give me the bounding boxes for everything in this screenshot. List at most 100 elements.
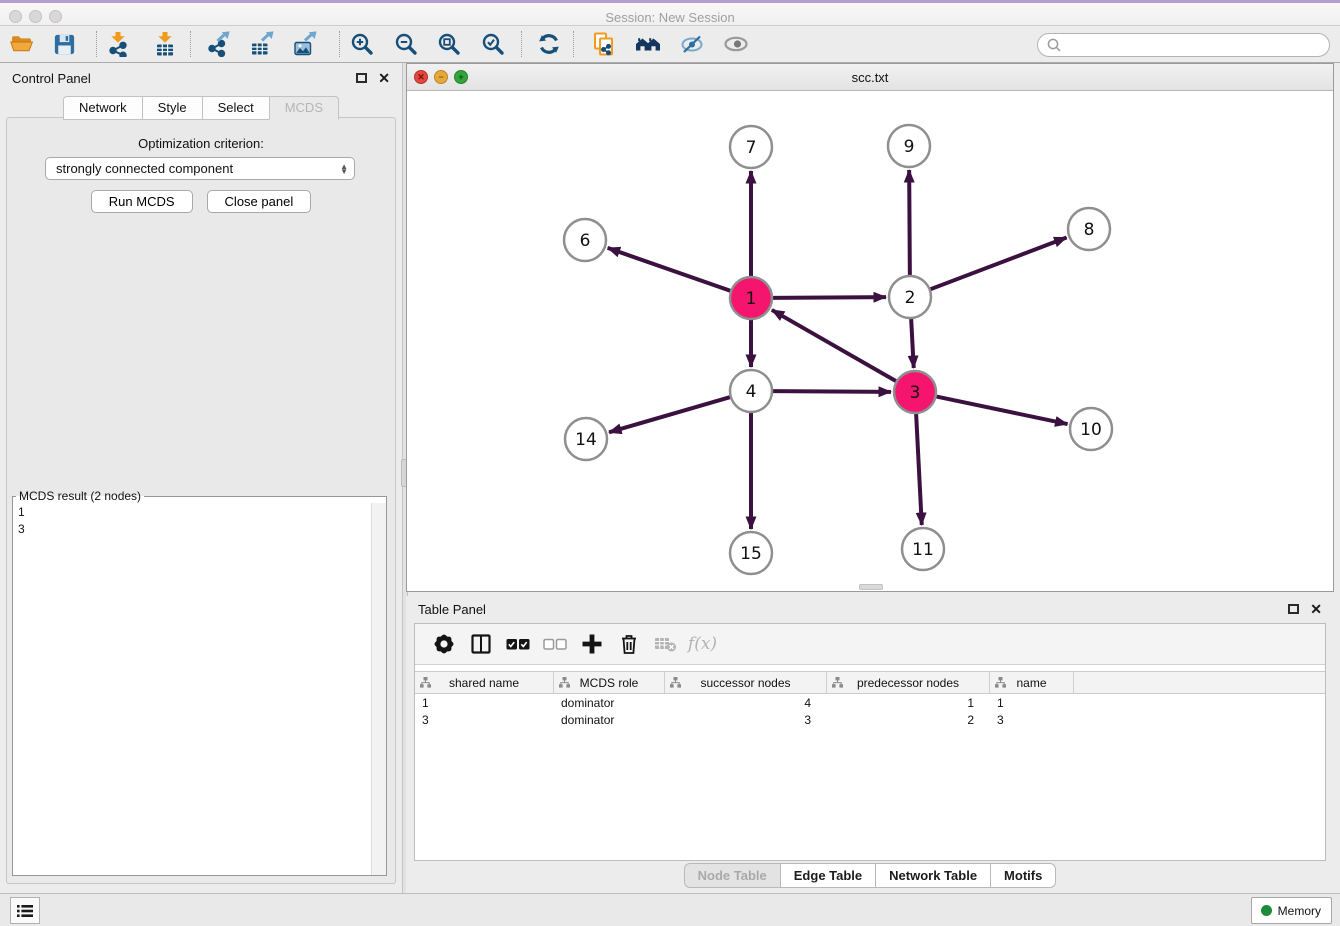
node-label-9: 9 (904, 137, 915, 157)
cell-MCDS-role[interactable]: dominator (554, 713, 665, 727)
network-window-titlebar[interactable]: scc.txt ✕ − + (407, 64, 1333, 91)
table-row[interactable]: 3dominator323 (415, 711, 1325, 728)
network-close-button[interactable]: ✕ (414, 70, 428, 84)
copy-network-icon[interactable] (586, 28, 622, 60)
table-import-icon[interactable] (147, 28, 183, 60)
task-history-button[interactable] (10, 897, 40, 924)
memory-label: Memory (1278, 904, 1321, 918)
network-maximize-button[interactable]: + (454, 70, 468, 84)
tab-motifs[interactable]: Motifs (990, 863, 1056, 888)
optimization-label: Optimization criterion: (7, 136, 395, 151)
table-row[interactable]: 1dominator411 (415, 694, 1325, 711)
result-scrollbar[interactable] (371, 503, 386, 875)
network-import-icon[interactable] (100, 28, 136, 60)
cell-successor-nodes[interactable]: 3 (665, 713, 827, 727)
cell-MCDS-role[interactable]: dominator (554, 696, 665, 710)
tab-style[interactable]: Style (142, 96, 202, 120)
toolbar-separator (339, 31, 340, 57)
node-label-4: 4 (746, 382, 757, 402)
tab-edge-table[interactable]: Edge Table (780, 863, 875, 888)
cell-shared-name[interactable]: 3 (415, 713, 554, 727)
edge-4-14[interactable] (609, 397, 730, 432)
zoom-out-icon[interactable] (388, 28, 424, 60)
eye-slash-icon[interactable] (674, 28, 710, 60)
main-toolbar (0, 26, 1340, 63)
edge-3-10[interactable] (937, 397, 1068, 425)
edge-2-8[interactable] (931, 238, 1067, 290)
edge-3-11[interactable] (916, 414, 922, 525)
network-export-icon[interactable] (200, 28, 236, 60)
search-input[interactable] (1062, 37, 1321, 54)
add-column-icon[interactable] (573, 627, 610, 661)
edge-1-2[interactable] (773, 297, 886, 298)
memory-status-icon (1261, 905, 1272, 916)
split-panel-icon[interactable] (462, 627, 499, 661)
table-rows: 1dominator4113dominator323 (415, 694, 1325, 728)
node-label-2: 2 (905, 288, 916, 308)
cell-shared-name[interactable]: 1 (415, 696, 554, 710)
node-label-3: 3 (910, 383, 921, 403)
open-folder-icon[interactable] (4, 28, 40, 60)
attribute-icon (420, 677, 431, 688)
control-panel-title: Control Panel (12, 71, 91, 86)
list-icon (17, 904, 33, 918)
tab-node-table[interactable]: Node Table (684, 863, 780, 888)
tab-network-table[interactable]: Network Table (875, 863, 990, 888)
home-icon[interactable] (630, 28, 666, 60)
node-label-8: 8 (1084, 220, 1095, 240)
toolbar-separator (573, 31, 574, 57)
float-panel-icon[interactable] (356, 73, 367, 83)
cell-predecessor-nodes[interactable]: 2 (827, 713, 990, 727)
close-table-panel-icon[interactable]: ✕ (1310, 602, 1322, 616)
cell-name[interactable]: 3 (990, 713, 1074, 727)
close-panel-icon[interactable]: ✕ (378, 71, 390, 85)
search-box[interactable] (1037, 33, 1330, 57)
tab-select[interactable]: Select (202, 96, 269, 120)
edge-4-3[interactable] (773, 391, 891, 392)
deselect-all-icon[interactable] (536, 627, 573, 661)
network-window: scc.txt ✕ − + 7968124314101511 (406, 63, 1334, 592)
cell-successor-nodes[interactable]: 4 (665, 696, 827, 710)
edge-1-6[interactable] (608, 248, 731, 291)
mcds-result-text: 1 3 (13, 503, 371, 875)
chevron-up-down-icon: ▲▼ (340, 164, 348, 174)
column-header-predecessor-nodes[interactable]: predecessor nodes (827, 672, 990, 693)
refresh-icon[interactable] (531, 28, 567, 60)
toolbar-separator (521, 31, 522, 57)
memory-button[interactable]: Memory (1251, 897, 1332, 924)
tab-mcds[interactable]: MCDS (269, 96, 339, 120)
run-mcds-button[interactable]: Run MCDS (91, 190, 193, 213)
close-panel-button[interactable]: Close panel (207, 190, 312, 213)
network-canvas[interactable]: 7968124314101511 (407, 91, 1333, 591)
float-table-panel-icon[interactable] (1288, 604, 1299, 614)
status-bar: Memory (0, 893, 1340, 926)
tab-network[interactable]: Network (63, 96, 142, 120)
search-icon (1046, 37, 1062, 53)
node-table: shared nameMCDS rolesuccessor nodesprede… (415, 671, 1325, 728)
mcds-result-box: MCDS result (2 nodes) 1 3 (12, 489, 387, 876)
gear-icon[interactable] (425, 627, 462, 661)
cell-name[interactable]: 1 (990, 696, 1074, 710)
attribute-icon (670, 677, 681, 688)
column-header-MCDS-role[interactable]: MCDS role (554, 672, 665, 693)
column-header-shared-name[interactable]: shared name (415, 672, 554, 693)
trash-icon[interactable] (610, 627, 647, 661)
save-icon[interactable] (46, 28, 82, 60)
zoom-fit-icon[interactable] (431, 28, 467, 60)
edge-3-1[interactable] (772, 310, 896, 381)
column-header-name[interactable]: name (990, 672, 1074, 693)
eye-icon (718, 28, 754, 60)
edge-2-9[interactable] (909, 170, 910, 275)
image-export-icon[interactable] (287, 28, 323, 60)
table-export-icon[interactable] (244, 28, 280, 60)
network-resize-grip[interactable] (859, 584, 883, 590)
network-minimize-button[interactable]: − (434, 70, 448, 84)
criterion-select[interactable]: strongly connected component ▲▼ (45, 157, 355, 180)
zoom-in-icon[interactable] (344, 28, 380, 60)
zoom-selected-icon[interactable] (475, 28, 511, 60)
select-all-icon[interactable] (499, 627, 536, 661)
column-header-successor-nodes[interactable]: successor nodes (665, 672, 827, 693)
edge-2-3[interactable] (911, 319, 914, 368)
toolbar-separator (190, 31, 191, 57)
cell-predecessor-nodes[interactable]: 1 (827, 696, 990, 710)
